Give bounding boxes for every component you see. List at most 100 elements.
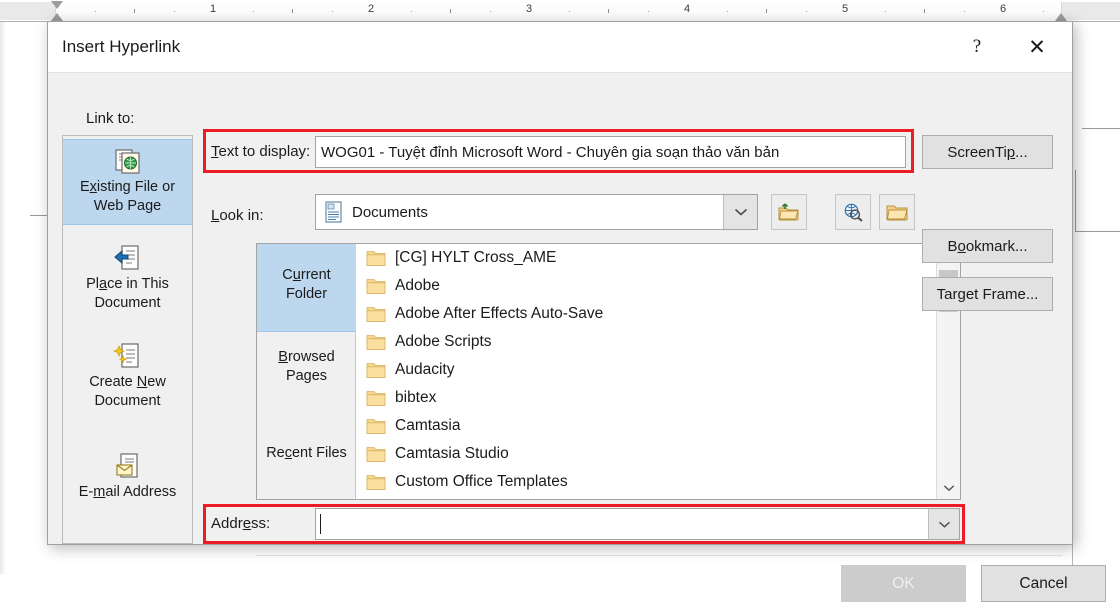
folder-icon — [366, 418, 386, 435]
address-combobox[interactable] — [315, 508, 960, 540]
ruler-tick — [885, 11, 886, 12]
chevron-down-icon[interactable] — [928, 509, 959, 539]
document-sparkle-icon — [113, 342, 143, 370]
chevron-down-icon[interactable] — [723, 195, 757, 229]
document-arrow-icon — [113, 244, 143, 272]
help-button[interactable]: ? — [954, 22, 1000, 72]
file-list-item[interactable]: Camtasia Studio — [356, 440, 936, 468]
sidebar-item-label: Create NewDocument — [67, 373, 188, 410]
ruler-right-margin — [1062, 2, 1120, 20]
ok-button: OK — [841, 565, 966, 602]
document-globe-icon — [113, 147, 143, 175]
file-list-item[interactable]: Adobe After Effects Auto-Save — [356, 300, 936, 328]
dialog-title: Insert Hyperlink — [62, 37, 180, 57]
ruler-tick — [490, 11, 491, 12]
file-list-item-label: Adobe Scripts — [395, 333, 492, 351]
ruler-tick — [727, 11, 728, 12]
file-list-item[interactable]: Audacity — [356, 356, 936, 384]
file-list-item[interactable]: bibtex — [356, 384, 936, 412]
file-list-item-label: Camtasia — [395, 417, 460, 435]
text-to-display-label: Text to display: — [211, 143, 310, 160]
up-one-level-folder-icon — [778, 202, 800, 222]
look-in-combobox[interactable]: Documents — [315, 194, 758, 230]
file-list-item[interactable]: Custom Office Templates — [356, 468, 936, 496]
text-to-display-input[interactable] — [315, 136, 906, 168]
folder-icon — [366, 446, 386, 463]
sidebar-item-create-new-document[interactable]: Create NewDocument — [63, 335, 192, 419]
screentip-button-label: ScreenTip... — [947, 144, 1027, 161]
link-to-label: Link to: — [86, 110, 134, 127]
file-list-item[interactable]: Adobe — [356, 272, 936, 300]
horizontal-ruler[interactable]: 123456 — [0, 0, 1120, 22]
ruler-track — [55, 2, 1062, 20]
tab-recent-files[interactable]: Recent Files — [257, 444, 356, 468]
page-left-shadow — [0, 22, 6, 574]
file-list-item-label: Custom Office Templates — [395, 473, 568, 491]
file-list-item-label: Adobe After Effects Auto-Save — [395, 305, 603, 323]
file-list-item-label: Adobe — [395, 277, 440, 295]
scroll-down-button[interactable] — [937, 477, 960, 499]
target-frame-button[interactable]: Target Frame... — [922, 277, 1053, 311]
screentip-button[interactable]: ScreenTip... — [922, 135, 1053, 169]
ruler-number: 6 — [1000, 3, 1006, 15]
ruler-tick — [411, 11, 412, 12]
ruler-tick — [134, 9, 135, 13]
question-mark-icon: ? — [973, 36, 981, 58]
address-input[interactable] — [316, 509, 928, 539]
right-indent-marker-icon[interactable] — [1055, 13, 1067, 21]
document-envelope-icon — [113, 452, 143, 480]
ruler-tick — [450, 9, 451, 13]
dialog-title-bar: Insert Hyperlink ? ✕ — [48, 22, 1072, 73]
browse-the-web-icon — [842, 202, 864, 222]
close-icon: ✕ — [1028, 37, 1046, 58]
footer-separator — [256, 555, 1062, 556]
chevron-down-icon — [943, 484, 955, 492]
file-list-item[interactable]: [CG] HYLT Cross_AME — [356, 244, 936, 272]
folder-icon — [366, 390, 386, 407]
sidebar-item-place-in-this-document[interactable]: Place in ThisDocument — [63, 237, 192, 321]
bookmark-button[interactable]: Bookmark... — [922, 229, 1053, 263]
left-indent-marker-icon[interactable] — [51, 13, 63, 21]
close-button[interactable]: ✕ — [1014, 22, 1060, 72]
document-corner-mark — [1075, 170, 1120, 232]
ruler-tick — [292, 9, 293, 13]
folder-icon — [366, 306, 386, 323]
ruler-tick — [95, 11, 96, 12]
tab-current-folder[interactable]: CurrentFolder — [257, 244, 356, 332]
tab-browsed-pages[interactable]: BrowsedPages — [257, 348, 356, 392]
ruler-number: 1 — [210, 3, 216, 15]
file-list-item[interactable]: Camtasia — [356, 412, 936, 440]
address-label: Address: — [211, 515, 270, 532]
up-one-level-button[interactable] — [771, 194, 807, 230]
ruler-tick — [806, 11, 807, 12]
ruler-tick — [569, 11, 570, 12]
first-line-indent-marker-icon[interactable] — [51, 1, 63, 9]
folder-icon — [366, 362, 386, 379]
browse-for-file-icon — [886, 202, 908, 222]
file-list-item[interactable]: Adobe Scripts — [356, 328, 936, 356]
sidebar-item-label: Place in ThisDocument — [67, 275, 188, 312]
cancel-button[interactable]: Cancel — [981, 565, 1106, 602]
ruler-left-margin — [0, 2, 55, 20]
browse-for-file-button[interactable] — [879, 194, 915, 230]
bookmark-button-label: Bookmark... — [947, 238, 1027, 255]
file-list-item-label: Camtasia Studio — [395, 445, 509, 463]
ruler-tick — [648, 11, 649, 12]
browse-the-web-button[interactable] — [835, 194, 871, 230]
ruler-tick — [174, 11, 175, 12]
ruler-tick — [332, 11, 333, 12]
file-list[interactable]: [CG] HYLT Cross_AME Adobe Adobe After Effe… — [356, 244, 936, 499]
look-in-value: Documents — [352, 204, 428, 221]
folder-icon — [366, 474, 386, 491]
target-frame-button-label: Target Frame... — [937, 286, 1039, 303]
browse-tabs: CurrentFolder BrowsedPages Recent Files — [257, 244, 356, 499]
file-list-item-label: [CG] HYLT Cross_AME — [395, 249, 556, 267]
ruler-tick — [608, 9, 609, 13]
ruler-tick — [964, 11, 965, 12]
sidebar-item-existing-file-or-web-page[interactable]: Existing File orWeb Page — [63, 139, 192, 225]
dialog-body: Link to: Existing File orWeb Page — [48, 73, 1072, 546]
folder-icon — [366, 250, 386, 267]
sidebar-item-label: Existing File orWeb Page — [67, 178, 188, 215]
ruler-number: 3 — [526, 3, 532, 15]
sidebar-item-e-mail-address[interactable]: E-mail Address — [63, 445, 192, 511]
